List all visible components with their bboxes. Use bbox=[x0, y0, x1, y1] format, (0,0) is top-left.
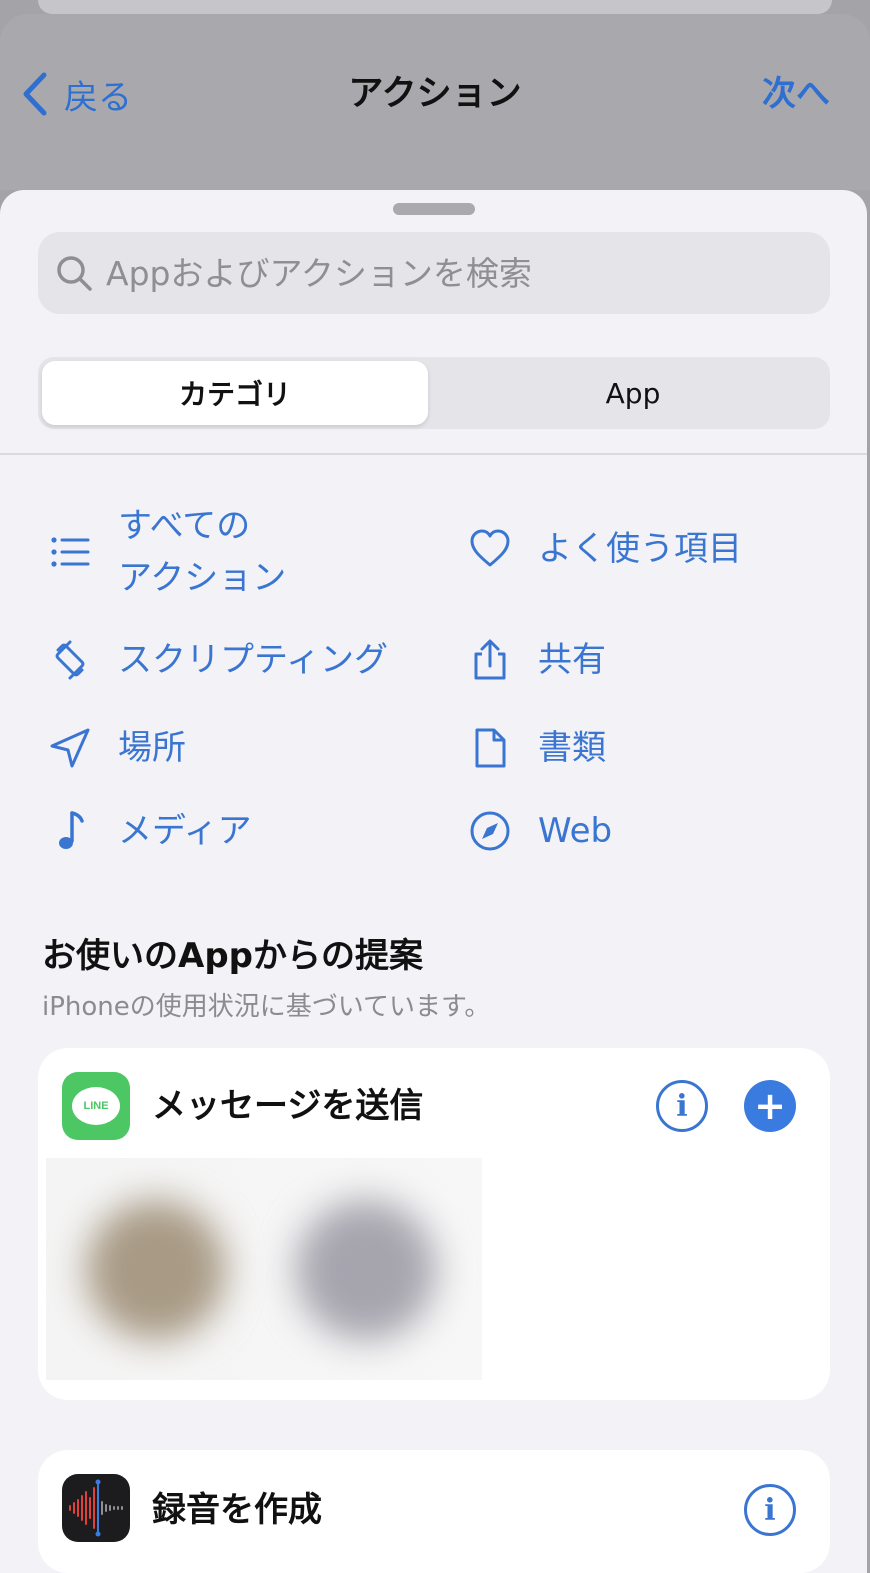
share-icon bbox=[464, 634, 516, 686]
divider bbox=[0, 453, 867, 455]
info-button[interactable]: i bbox=[744, 1484, 796, 1536]
heart-icon bbox=[464, 523, 516, 575]
category-share-label: 共有 bbox=[538, 640, 606, 680]
category-share[interactable]: 共有 bbox=[464, 634, 606, 686]
location-arrow-icon bbox=[44, 722, 96, 774]
search-bar[interactable] bbox=[38, 232, 830, 314]
category-all-actions-line1: すべての bbox=[118, 506, 251, 546]
category-media[interactable]: メディア bbox=[44, 805, 252, 857]
waveform-icon bbox=[69, 1479, 123, 1537]
suggestion-title: 録音を作成 bbox=[152, 1490, 322, 1530]
contact-avatar[interactable] bbox=[296, 1200, 436, 1340]
segment-app[interactable]: App bbox=[440, 361, 826, 425]
add-button[interactable]: + bbox=[744, 1080, 796, 1132]
suggestions-subtitle: iPhoneの使用状況に基づいています。 bbox=[42, 992, 491, 1022]
category-location-label: 場所 bbox=[118, 728, 186, 768]
category-all-actions-line2: アクション bbox=[118, 558, 287, 598]
page-title: アクション bbox=[348, 74, 522, 114]
category-documents-label: 書類 bbox=[538, 728, 606, 768]
search-input[interactable] bbox=[106, 253, 786, 293]
category-all-actions-label: すべての アクション bbox=[118, 500, 286, 604]
suggestion-card[interactable]: 録音を作成 i bbox=[38, 1450, 830, 1573]
voice-memos-app-icon bbox=[62, 1474, 130, 1542]
background-sheet-edge bbox=[38, 0, 832, 14]
category-favorites-label: よく使う項目 bbox=[538, 529, 742, 569]
info-icon: i bbox=[764, 1492, 776, 1528]
navigation-bar: 戻る アクション 次へ bbox=[0, 14, 870, 190]
line-app-icon: LINE bbox=[62, 1072, 130, 1140]
music-note-icon bbox=[44, 805, 96, 857]
category-documents[interactable]: 書類 bbox=[464, 722, 606, 774]
category-scripting[interactable]: スクリプティング bbox=[44, 634, 388, 686]
next-button[interactable]: 次へ bbox=[762, 70, 830, 118]
category-media-label: メディア bbox=[118, 811, 252, 851]
actions-sheet: カテゴリ App すべての アクション よく使う項目 bbox=[0, 190, 867, 1573]
category-location[interactable]: 場所 bbox=[44, 722, 186, 774]
scripting-icon bbox=[44, 634, 96, 686]
suggestion-card[interactable]: LINE メッセージを送信 i + bbox=[38, 1048, 830, 1400]
contact-avatar[interactable] bbox=[86, 1200, 226, 1340]
compass-icon bbox=[464, 805, 516, 857]
category-all-actions[interactable]: すべての アクション bbox=[44, 500, 286, 604]
info-button[interactable]: i bbox=[656, 1080, 708, 1132]
segmented-control: カテゴリ App bbox=[38, 357, 830, 429]
category-favorites[interactable]: よく使う項目 bbox=[464, 523, 742, 575]
info-icon: i bbox=[676, 1088, 688, 1124]
category-scripting-label: スクリプティング bbox=[118, 640, 388, 680]
category-web[interactable]: Web bbox=[464, 805, 612, 857]
document-icon bbox=[464, 722, 516, 774]
suggestion-title: メッセージを送信 bbox=[152, 1086, 424, 1126]
search-icon bbox=[57, 256, 92, 291]
list-icon bbox=[44, 526, 96, 578]
suggestions-title: お使いのAppからの提案 bbox=[42, 936, 423, 976]
plus-icon: + bbox=[754, 1084, 786, 1128]
line-logo-text: LINE bbox=[83, 1100, 109, 1112]
category-web-label: Web bbox=[538, 811, 613, 851]
sheet-grabber[interactable] bbox=[393, 203, 475, 215]
suggested-contacts bbox=[46, 1158, 482, 1380]
line-bubble-icon: LINE bbox=[72, 1087, 120, 1125]
segment-category[interactable]: カテゴリ bbox=[42, 361, 428, 425]
